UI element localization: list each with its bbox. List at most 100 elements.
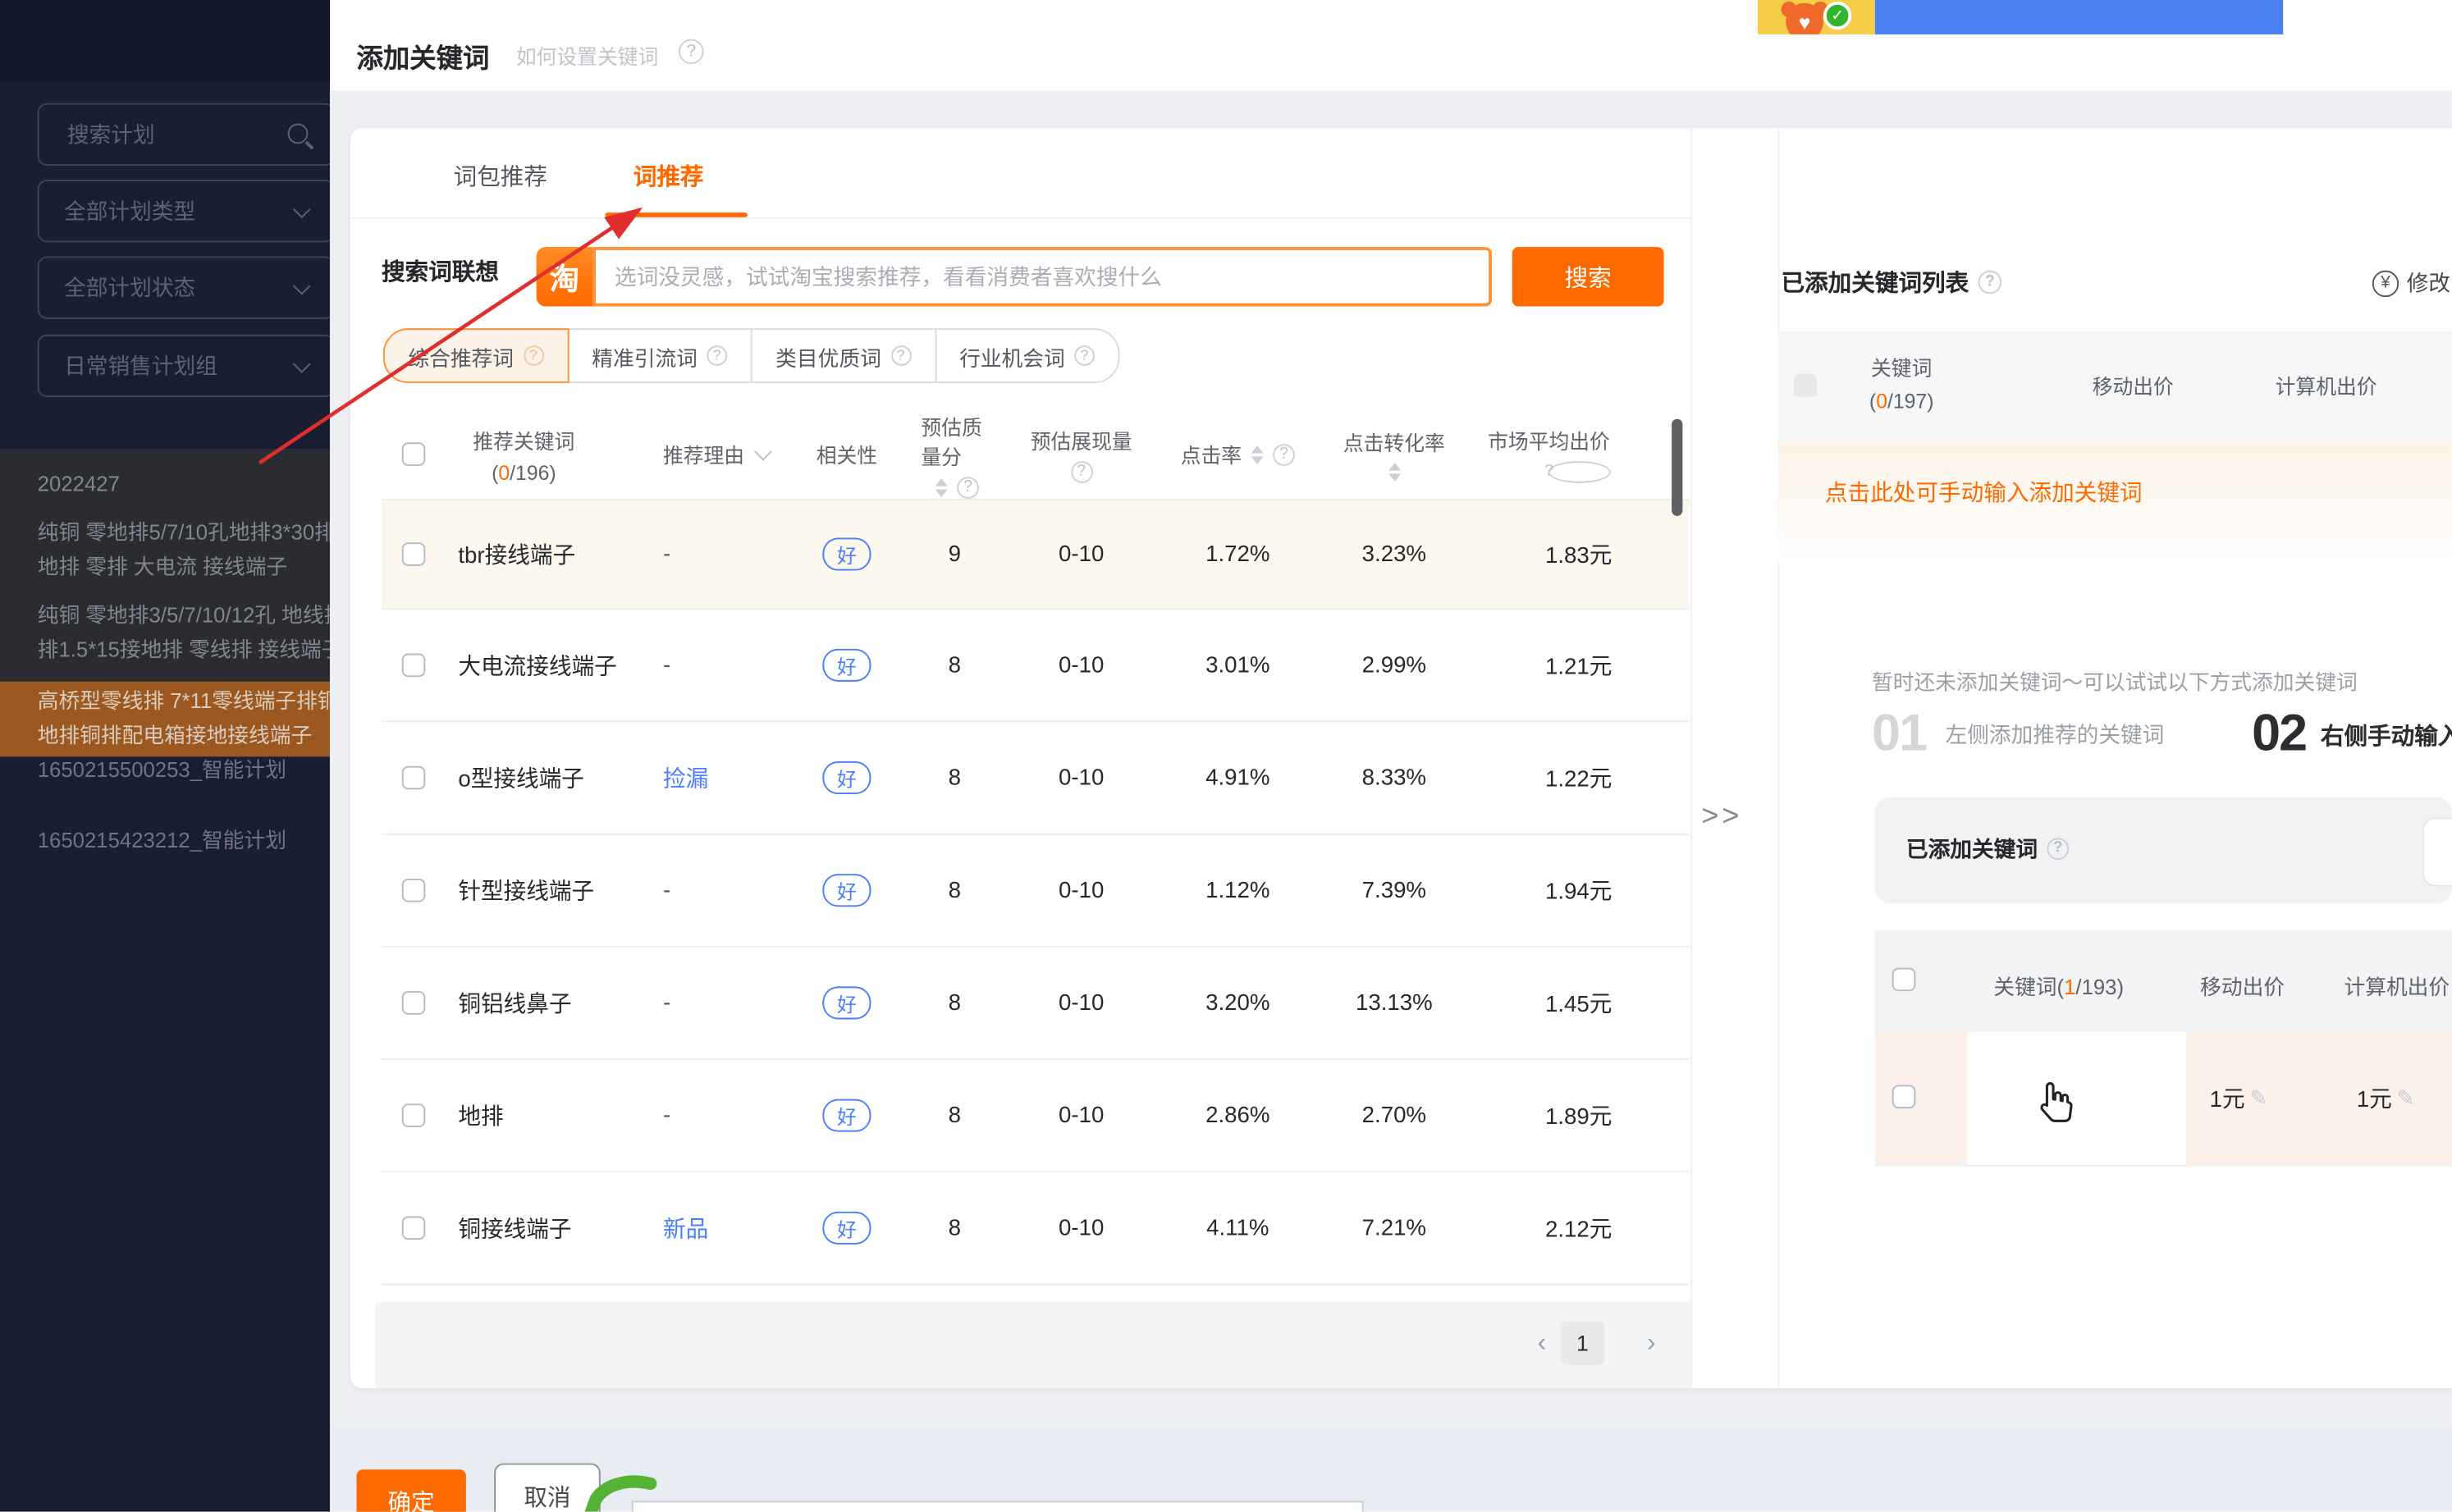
plan-group-select[interactable]: 日常销售计划组	[38, 335, 330, 397]
ctr-cell: 2.86%	[1205, 1103, 1269, 1127]
added-table-header: 关键词 (0/197) 移动出价 计算机出价	[1778, 331, 2452, 441]
cancel-button[interactable]: 取消	[494, 1464, 601, 1512]
select-all-checkbox[interactable]	[401, 442, 425, 466]
row-checkbox[interactable]	[401, 879, 425, 902]
quality-cell: 8	[949, 765, 961, 790]
impressions-cell: 0-10	[1059, 541, 1104, 566]
row-checkbox[interactable]	[401, 1103, 425, 1127]
col-reason-select[interactable]: 推荐理由	[647, 439, 772, 468]
row-checkbox[interactable]	[401, 542, 425, 566]
keyword-table-row[interactable]: 铜接线端子 新品 好 8 0-10 4.11% 7.21% 2.12元	[382, 1172, 1689, 1285]
modal-body: 词包推荐 词推荐 搜索词联想 淘 搜索 综合推荐词?精准引流词?类目优质词?行业…	[330, 91, 2452, 1426]
help-icon[interactable]: ?	[523, 345, 543, 366]
reason-cell: -	[663, 653, 670, 678]
step2-number: 02	[2252, 704, 2306, 763]
added-count: (0/197)	[1818, 385, 1984, 418]
search-button[interactable]: 搜索	[1512, 247, 1664, 306]
keyword-search-input[interactable]	[592, 247, 1492, 306]
keyword-table-row[interactable]: 大电流接线端子 - 好 8 0-10 3.01% 2.99% 1.21元	[382, 610, 1689, 722]
row-checkbox[interactable]	[401, 1217, 425, 1240]
impressions-cell: 0-10	[1059, 1216, 1104, 1240]
empty-hint: 暂时还未添加关键词～可以试试以下方式添加关键词	[1872, 665, 2358, 696]
row-checkbox[interactable]	[401, 991, 425, 1015]
sidebar-plan-item[interactable]: 1650215500253_智能计划	[0, 753, 330, 788]
impressions-cell: 0-10	[1059, 653, 1104, 678]
sidebar-plan-item[interactable]: 纯铜 零地排3/5/7/10/12孔 地线排排1.5*15接地排 零线排 接线端…	[0, 599, 330, 668]
mascot-tile[interactable]: ♥ ✓	[1758, 0, 1875, 34]
help-icon[interactable]: ?	[1979, 271, 2002, 295]
keyword-table-header: 推荐关键词 (0/196) 推荐理由 相关性 预估质量分 ?	[382, 409, 1689, 500]
help-icon[interactable]: ?	[957, 476, 979, 498]
sidebar-plan-item[interactable]: 2022427	[0, 468, 330, 502]
tab-word-package[interactable]: 词包推荐	[454, 159, 547, 192]
tab-word-recommend[interactable]: 词推荐	[634, 159, 704, 192]
confirm-button[interactable]: 确定	[356, 1469, 465, 1511]
page-prev-button[interactable]: ‹	[1520, 1321, 1563, 1364]
col-cvr: 点击转化率	[1320, 427, 1468, 482]
sidebar-plan-item[interactable]: 纯铜 零地排5/7/10孔地排3*30排地排 零排 大电流 接线端子	[0, 516, 330, 585]
plan-search-input[interactable]	[64, 121, 273, 148]
chevron-down-icon	[293, 355, 311, 373]
help-link[interactable]: 如何设置关键词	[516, 41, 658, 71]
help-icon[interactable]: ?	[2047, 838, 2069, 860]
widget-blue-bar[interactable]	[1875, 0, 2283, 34]
row-checkbox[interactable]	[401, 654, 425, 678]
sort-icon[interactable]	[936, 477, 948, 496]
word-type-chip[interactable]: 行业机会词?	[935, 328, 1120, 383]
col-market-price: 市场平均出价 ?	[1468, 425, 1689, 483]
row-checkbox[interactable]	[401, 766, 425, 790]
chevron-down-icon	[754, 442, 772, 460]
step1-number: 01	[1872, 704, 1926, 763]
sort-icon[interactable]	[1388, 463, 1400, 482]
help-icon[interactable]: ?	[1070, 461, 1092, 483]
quality-cell: 8	[949, 653, 961, 678]
sort-icon[interactable]	[1251, 445, 1263, 464]
help-icon[interactable]: ?	[1074, 345, 1095, 366]
keyword-table-row[interactable]: tbr接线端子 - 好 9 0-10 1.72% 3.23% 1.83元	[382, 500, 1689, 610]
col-impressions: 预估展现量 ?	[1007, 425, 1155, 483]
select-all-checkbox-disabled[interactable]	[1794, 373, 1818, 397]
plan-status-select[interactable]: 全部计划状态	[38, 257, 330, 319]
row-checkbox[interactable]	[1892, 1085, 1916, 1108]
recommend-keyword-table: 推荐关键词 (0/196) 推荐理由 相关性 预估质量分 ?	[382, 409, 1689, 1285]
help-icon[interactable]: ?	[1548, 461, 1610, 483]
word-type-chip[interactable]: 精准引流词?	[567, 328, 753, 383]
tabs-divider	[350, 217, 1690, 219]
modify-bid-button[interactable]: ¥ 修改	[2372, 267, 2450, 299]
keyword-cell-hovered[interactable]	[1967, 1032, 2186, 1165]
col-computer-bid: 计算机出价	[2344, 969, 2450, 1000]
keyword-cell: 针型接线端子	[458, 874, 594, 907]
impressions-cell: 0-10	[1059, 765, 1104, 790]
price-cell: 2.12元	[1545, 1212, 1612, 1245]
plan-type-select[interactable]: 全部计划类型	[38, 180, 330, 242]
help-icon[interactable]: ?	[707, 345, 727, 366]
edit-pencil-icon[interactable]: ✎	[2249, 1085, 2267, 1111]
keyword-table-row[interactable]: 针型接线端子 - 好 8 0-10 1.12% 7.39% 1.94元	[382, 835, 1689, 948]
expand-panel-button[interactable]: >>	[1701, 801, 1742, 835]
plan-search-field[interactable]	[38, 103, 330, 166]
help-icon[interactable]: ?	[890, 345, 911, 366]
cvr-cell: 3.23%	[1362, 541, 1426, 566]
keyword-table-row[interactable]: 铜铝线鼻子 - 好 8 0-10 3.20% 13.13% 1.45元	[382, 948, 1689, 1060]
quality-cell: 9	[949, 541, 961, 566]
page-next-button[interactable]: ›	[1630, 1321, 1673, 1364]
help-icon[interactable]: ?	[679, 39, 703, 64]
sidebar-plan-item[interactable]: 1650215423212_智能计划	[0, 824, 330, 858]
hand-cursor-icon	[2036, 1079, 2074, 1126]
manual-add-link[interactable]: 点击此处可手动输入添加关键词	[1825, 475, 2143, 508]
select-all-checkbox[interactable]	[1892, 968, 1916, 992]
keyword-table-row[interactable]: 地排 - 好 8 0-10 2.86% 2.70% 1.89元	[382, 1060, 1689, 1172]
added-card-input[interactable]	[2422, 818, 2452, 887]
page-number[interactable]: 1	[1561, 1321, 1604, 1364]
keyword-table-row[interactable]: o型接线端子 捡漏 好 8 0-10 4.91% 8.33% 1.22元	[382, 722, 1689, 834]
help-icon[interactable]: ?	[1273, 443, 1295, 465]
table-scrollbar[interactable]	[1672, 419, 1682, 516]
word-type-chip[interactable]: 类目优质词?	[751, 328, 936, 383]
keyword-cell: 大电流接线端子	[458, 649, 616, 682]
word-type-chip[interactable]: 综合推荐词?	[383, 328, 569, 383]
reason-cell: 新品	[663, 1212, 708, 1245]
edit-pencil-icon[interactable]: ✎	[2396, 1085, 2414, 1111]
reason-cell: -	[663, 990, 670, 1015]
cvr-cell: 8.33%	[1362, 765, 1426, 790]
price-cell: 1.94元	[1545, 874, 1612, 907]
